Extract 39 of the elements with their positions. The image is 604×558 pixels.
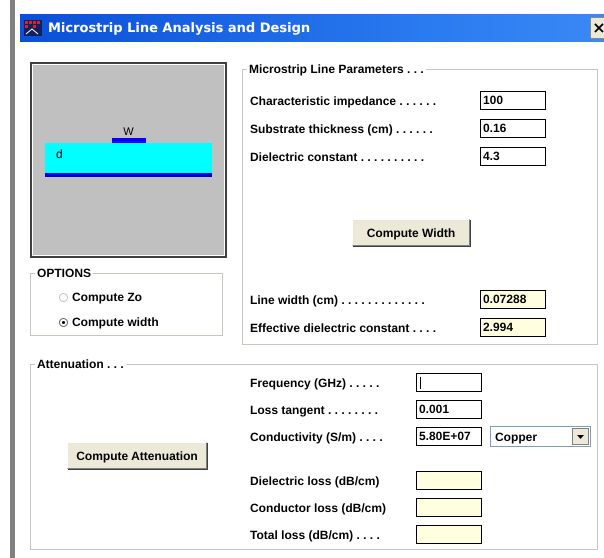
width-label: W	[123, 126, 134, 138]
radio-button[interactable]	[59, 318, 68, 326]
field-label: Conductor loss (dB/cm)	[250, 500, 388, 514]
field-label: Conductivity (S/m) . . . .	[250, 430, 384, 444]
field-label: Total loss (dB/cm) . . . .	[250, 528, 381, 542]
window-title: Microstrip Line Analysis and Design	[48, 20, 310, 36]
conductor-strip	[112, 138, 146, 143]
text-cursor	[420, 377, 421, 389]
option-label: Compute width	[72, 315, 159, 329]
input-field[interactable]: 100	[480, 91, 546, 110]
field-label: Loss tangent . . . . . . . .	[250, 402, 380, 416]
material-dropdown[interactable]: Copper	[490, 426, 591, 447]
group-title: Attenuation . . .	[36, 357, 125, 371]
thickness-label: d	[56, 147, 63, 161]
field-label: Line width (cm) . . . . . . . . . . . . .	[250, 292, 426, 306]
input-field[interactable]: 5.80E+07	[416, 427, 482, 446]
field-label: Dielectric loss (dB/cm)	[250, 474, 380, 488]
field-label: Dielectric constant . . . . . . . . . .	[250, 150, 426, 164]
input-field[interactable]: 0.16	[480, 119, 546, 138]
output-field	[416, 498, 482, 517]
field-label: Characteristic impedance . . . . . .	[250, 94, 438, 108]
output-field: 2.994	[480, 318, 546, 337]
field-label: Substrate thickness (cm) . . . . . .	[250, 122, 434, 136]
compute-attenuation-button[interactable]: Compute Attenuation	[67, 442, 207, 469]
output-field: 0.07288	[480, 290, 546, 309]
input-field[interactable]: 0.001	[416, 400, 482, 419]
radio-button[interactable]	[59, 292, 68, 302]
field-label: Frequency (GHz) . . . . .	[250, 376, 380, 390]
input-field[interactable]: 4.3	[480, 147, 546, 166]
input-field[interactable]	[416, 373, 482, 392]
compute-width-button[interactable]: Compute Width	[352, 219, 470, 246]
close-button[interactable]: ×	[590, 17, 604, 39]
group-title: OPTIONS	[36, 266, 92, 280]
app-grid-icon	[24, 20, 42, 36]
option-label: Compute Zo	[72, 290, 142, 304]
group-title: Microstrip Line Parameters . . .	[248, 62, 425, 76]
output-field	[416, 525, 482, 544]
output-field	[416, 471, 482, 490]
field-label: Effective dielectric constant . . . .	[250, 320, 438, 334]
